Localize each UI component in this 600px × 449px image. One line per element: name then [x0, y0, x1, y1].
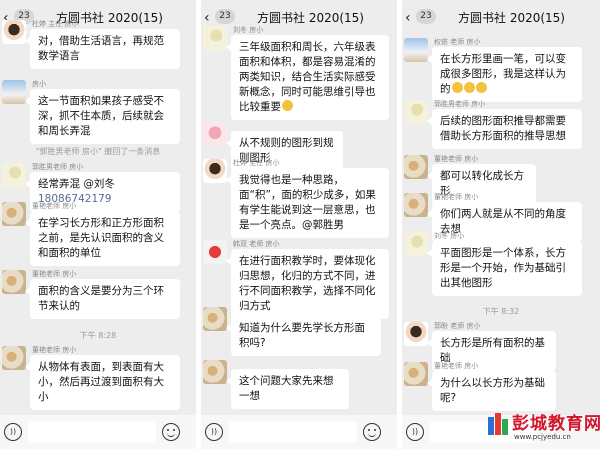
avatar-icon[interactable] — [203, 122, 227, 146]
avatar-icon[interactable] — [2, 270, 26, 294]
back-chevron-icon[interactable]: ‹ — [204, 10, 210, 26]
recall-notice: "郭胜男老师 房小" 撤回了一条消息 — [35, 147, 161, 156]
smile-emoji-icon — [282, 100, 293, 111]
message-bubble[interactable]: 在进行面积教学时，要体现化归思想，化归的方式不同，进行不同面积教学，选择不同化归… — [226, 249, 389, 319]
timestamp: 下午 8:28 — [79, 331, 117, 340]
avatar-icon[interactable] — [203, 159, 227, 183]
message-bubble[interactable]: 面积的含义是要分为三个环节来认的 — [25, 279, 180, 319]
avatar-icon[interactable] — [2, 20, 26, 44]
emoji-icon[interactable] — [162, 423, 180, 441]
voice-icon[interactable]: )) — [205, 423, 223, 441]
chat-panel-2: ‹ 23 方圆书社 2020(15) 刘冬 房小 三年级面积和周长，六年级表面积… — [201, 0, 397, 449]
avatar-icon[interactable] — [203, 307, 227, 331]
books-logo-icon — [488, 411, 510, 435]
avatar-icon[interactable] — [404, 100, 428, 124]
avatar-icon[interactable] — [404, 322, 428, 346]
voice-icon[interactable]: )) — [406, 423, 424, 441]
message-bubble[interactable]: 在学习长方形和正方形面积之前，是先认识面积的含义和面积的单位 — [25, 211, 180, 266]
message-text: 三年级面积和周长，六年级表面积和体积，都是容易混淆的两类知识，结合生活实际感受新… — [239, 41, 376, 113]
unread-badge: 23 — [416, 9, 436, 24]
chat-panel-3: ‹ 23 方圆书社 2020(15) 权依 老师 房小 在长方形里画一笔，可以变… — [402, 0, 600, 449]
message-bubble[interactable]: 这一节面积如果孩子感受不深，抓不住本质，后续就会和周长弄混 — [25, 89, 180, 144]
watermark-url: www.pcjyedu.cn — [514, 433, 571, 441]
avatar-icon[interactable] — [203, 360, 227, 384]
input-bar: )) — [201, 415, 397, 449]
message-input[interactable] — [28, 421, 156, 443]
avatar-icon[interactable] — [2, 346, 26, 370]
sender-name: 董艳老师 房小 — [32, 270, 77, 278]
message-text: 经常弄混 @刘冬 — [38, 178, 115, 190]
message-bubble[interactable]: 从物体有表面，到表面有大小，然后再过渡到面积有大小 — [25, 355, 180, 410]
message-input[interactable] — [229, 421, 357, 443]
message-bubble[interactable]: 这个问题大家先来想一想 — [226, 369, 349, 409]
smile-emoji-icon — [475, 82, 487, 93]
back-chevron-icon[interactable]: ‹ — [405, 10, 411, 26]
emoji-icon[interactable] — [363, 423, 381, 441]
voice-icon[interactable]: )) — [4, 423, 22, 441]
chat-header: ‹ 23 方圆书社 2020(15) — [402, 0, 600, 34]
sender-name: 刘冬 房小 — [233, 26, 264, 34]
avatar-icon[interactable] — [2, 80, 26, 104]
site-watermark: 彭城教育网 www.pcjyedu.cn — [488, 405, 600, 449]
sender-name: 杜婷 主任 房小 — [233, 159, 280, 167]
avatar-icon[interactable] — [404, 232, 428, 256]
chat-header: ‹ 23 方圆书社 2020(15) — [201, 0, 397, 34]
avatar-icon[interactable] — [404, 38, 428, 62]
sender-name: 房小 — [32, 80, 46, 88]
sender-name: 董艳老师 房小 — [434, 193, 479, 201]
smile-emoji-icon — [463, 82, 475, 93]
smile-emoji-icon — [451, 82, 463, 93]
message-bubble[interactable]: 后续的图形面积推导都需要借助长方形面积的推导思想 — [427, 109, 582, 149]
chat-panel-1: ‹ 23 方圆书社 2020(15) 杜婷 主任 房小 对，借助生活语言，再规范… — [0, 0, 196, 449]
sender-name: 郭盼 老师 房小 — [434, 322, 481, 330]
sender-name: 韩双 老师 房小 — [233, 240, 280, 248]
sender-name: 郭胜男老师 房小 — [32, 163, 84, 171]
sender-name: 郭胜男老师 房小 — [434, 100, 486, 108]
sender-name: 杜婷 主任 房小 — [32, 20, 79, 28]
message-bubble[interactable]: 三年级面积和周长，六年级表面积和体积，都是容易混淆的两类知识，结合生活实际感受新… — [226, 35, 389, 120]
sender-name: 董艳老师 房小 — [434, 155, 479, 163]
message-bubble[interactable]: 我觉得也是一种思路，面“积”，面的积少成多，如果有学生能说到这一层意思，也是一个… — [226, 168, 389, 238]
sender-name: 刘冬 房小 — [434, 232, 465, 240]
avatar-icon[interactable] — [404, 155, 428, 179]
sender-name: 董艳老师 房小 — [32, 202, 77, 210]
avatar-icon[interactable] — [203, 26, 227, 50]
sender-name: 董艳老师 房小 — [32, 346, 77, 354]
avatar-icon[interactable] — [2, 202, 26, 226]
avatar-icon[interactable] — [203, 240, 227, 264]
timestamp: 下午 8:32 — [482, 307, 520, 316]
sender-name: 董艳老师 房小 — [434, 362, 479, 370]
sender-name: 权依 老师 房小 — [434, 38, 481, 46]
watermark-name: 彭城教育网 — [512, 414, 600, 434]
message-bubble[interactable]: 在长方形里画一笔，可以变成很多图形，我是这样认为的 — [427, 47, 582, 102]
chat-title: 方圆书社 2020(15) — [458, 11, 565, 25]
avatar-icon[interactable] — [404, 362, 428, 386]
message-bubble[interactable]: 对，借助生活语言，再规范数学语言 — [25, 29, 180, 69]
unread-badge: 23 — [215, 9, 235, 24]
message-bubble[interactable]: 平面图形是一个体系，长方形是一个开始，作为基础引出其他图形 — [427, 241, 582, 296]
input-bar: )) — [0, 415, 196, 449]
avatar-icon[interactable] — [404, 193, 428, 217]
avatar-icon[interactable] — [2, 163, 26, 187]
message-bubble[interactable]: 知道为什么要先学长方形面积吗? — [226, 316, 381, 356]
chat-title: 方圆书社 2020(15) — [257, 11, 364, 25]
